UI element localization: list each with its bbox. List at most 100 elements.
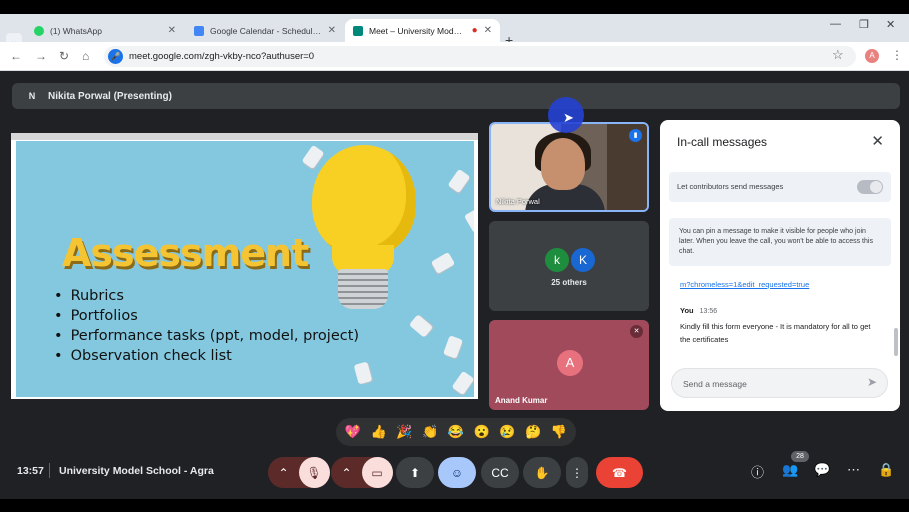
camera-off-button[interactable]: ▭ — [361, 457, 393, 488]
host-controls-icon[interactable]: 🔒 — [878, 462, 894, 478]
reload-icon[interactable]: ↻ — [59, 49, 69, 63]
reaction-thumbs-up[interactable]: 👍 — [371, 424, 387, 440]
divider — [49, 463, 50, 478]
mic-control-group: ⌃ 🎙 — [268, 457, 330, 488]
message-text: Kindly fill this form everyone - It is m… — [680, 322, 871, 344]
lightbulb-graphic — [312, 145, 416, 257]
participant-name: Anand Kumar — [495, 396, 548, 405]
whatsapp-icon — [34, 25, 44, 36]
tab-title: Google Calendar - Schedule sta — [210, 25, 322, 36]
home-icon[interactable]: ⌂ — [82, 49, 89, 63]
pin-notice: You can pin a message to make it visible… — [669, 218, 891, 266]
others-count: 25 others — [551, 278, 587, 287]
reaction-clap[interactable]: 👏 — [422, 424, 438, 440]
activities-icon[interactable]: ⋯ — [847, 462, 860, 478]
address-bar: ← → ↻ ⌂ 🎤 meet.google.com/zgh-vkby-nco?a… — [0, 42, 909, 71]
meet-icon — [353, 25, 363, 36]
captions-button[interactable]: CC — [481, 457, 519, 488]
raise-hand-button[interactable]: ✋ — [523, 457, 561, 488]
toggle-label: Let contributors send messages — [677, 182, 784, 191]
message-sender: You — [680, 306, 694, 315]
info-icon[interactable]: ⓘ — [751, 462, 764, 481]
message-placeholder: Send a message — [683, 379, 747, 389]
emoji-reactions-button[interactable]: ☺ — [438, 457, 476, 488]
chevron-up-icon[interactable]: ⌃ — [332, 466, 362, 480]
reaction-thumbs-down[interactable]: 👎 — [551, 424, 567, 440]
screen-top-bar — [0, 0, 909, 14]
presentation-area: Assessment Rubrics Portfolios Performanc… — [11, 133, 478, 399]
end-call-button[interactable]: ☎ — [596, 457, 643, 488]
presenter-avatar: N — [24, 88, 40, 104]
bullet-item: Rubrics — [54, 286, 359, 306]
chat-icon[interactable]: 💬 — [814, 462, 830, 478]
decorative-bolt — [408, 314, 434, 338]
presenting-banner: N Nikita Porwal (Presenting) — [12, 83, 900, 109]
contributors-toggle[interactable] — [857, 180, 883, 194]
shared-window-chrome — [11, 133, 478, 140]
participant-tile-anand[interactable]: ✕ A Anand Kumar — [489, 320, 649, 410]
decorative-bolt — [430, 251, 456, 275]
reaction-surprised[interactable]: 😮 — [474, 424, 490, 440]
close-tab-icon[interactable]: ✕ — [168, 25, 176, 36]
speaking-indicator-icon: ▮ — [629, 129, 642, 142]
bullet-item: Portfolios — [54, 306, 359, 326]
profile-avatar[interactable]: A — [865, 49, 879, 63]
decorative-bolt — [443, 335, 463, 359]
tab-calendar[interactable]: Google Calendar - Schedule sta ✕ — [186, 19, 344, 42]
slide-bullets: Rubrics Portfolios Performance tasks (pp… — [54, 286, 360, 366]
participant-count-badge: 28 — [791, 451, 809, 462]
maximize-icon[interactable]: ❐ — [859, 18, 869, 31]
reaction-party[interactable]: 🎉 — [396, 424, 412, 440]
decorative-bolt — [451, 370, 474, 396]
message-link[interactable]: m?chromeless=1&edit_requested=true — [680, 280, 809, 289]
decorative-bolt — [463, 208, 474, 234]
tab-meet[interactable]: Meet – University Model Sc ● ✕ — [345, 19, 500, 42]
presenting-label: Nikita Porwal (Presenting) — [48, 90, 172, 102]
browser-menu-icon[interactable]: ⋮ — [891, 48, 903, 62]
chat-panel: In-call messages ✕ Let contributors send… — [660, 120, 900, 411]
back-icon[interactable]: ← — [10, 49, 22, 63]
decorative-bolt — [447, 168, 471, 194]
bullet-item: Observation check list — [54, 346, 359, 366]
slide: Assessment Rubrics Portfolios Performanc… — [16, 141, 474, 397]
chevron-up-icon[interactable]: ⌃ — [269, 466, 299, 480]
message-time: 13:56 — [699, 308, 718, 315]
avatar: K — [571, 248, 595, 272]
url-text: meet.google.com/zgh-vkby-nco?authuser=0 — [129, 51, 315, 62]
url-field[interactable]: 🎤 meet.google.com/zgh-vkby-nco?authuser=… — [104, 46, 856, 67]
forward-icon[interactable]: → — [35, 49, 47, 63]
meeting-time: 13:57 — [17, 465, 44, 477]
screen-bottom-bar — [0, 499, 909, 512]
send-icon[interactable]: ➤ — [867, 375, 877, 389]
mic-off-button[interactable]: 🎙 — [298, 457, 330, 488]
participant-tile-presenter[interactable]: ▮ Nikita Porwal — [489, 122, 649, 212]
more-options-button[interactable]: ⋮ — [566, 457, 588, 488]
reaction-thinking[interactable]: 🤔 — [525, 424, 541, 440]
message-header: You 13:56 — [680, 306, 717, 315]
close-icon[interactable]: ✕ — [871, 132, 884, 150]
site-info-icon[interactable]: 🎤 — [108, 49, 123, 64]
chat-title: In-call messages — [677, 135, 768, 149]
people-icon[interactable]: 👥 — [782, 462, 798, 478]
reaction-laugh[interactable]: 😂 — [448, 424, 464, 440]
close-window-icon[interactable]: ✕ — [886, 18, 895, 31]
message-input[interactable]: Send a message ➤ — [671, 368, 888, 398]
reaction-sad[interactable]: 😢 — [499, 424, 515, 440]
close-tab-icon[interactable]: ✕ — [328, 25, 336, 36]
mic-muted-icon: ✕ — [630, 325, 643, 338]
participant-tile-others[interactable]: k K 25 others — [489, 221, 649, 311]
reaction-heart[interactable]: 💖 — [345, 424, 361, 440]
contributors-setting: Let contributors send messages — [669, 172, 891, 202]
participant-video — [541, 138, 585, 190]
tab-whatsapp[interactable]: (1) WhatsApp ✕ — [26, 19, 184, 42]
minimize-icon[interactable]: — — [830, 18, 841, 30]
cursor-icon: ➤ — [563, 110, 574, 125]
bookmark-star-icon[interactable]: ☆ — [832, 47, 844, 63]
recording-icon: ● — [471, 25, 478, 36]
decorative-bolt — [301, 144, 325, 170]
scrollbar[interactable] — [894, 328, 898, 356]
close-tab-icon[interactable]: ✕ — [484, 25, 492, 36]
tab-title: Meet – University Model Sc — [369, 25, 466, 36]
present-screen-button[interactable]: ⬆ — [396, 457, 434, 488]
camera-control-group: ⌃ ▭ — [331, 457, 393, 488]
